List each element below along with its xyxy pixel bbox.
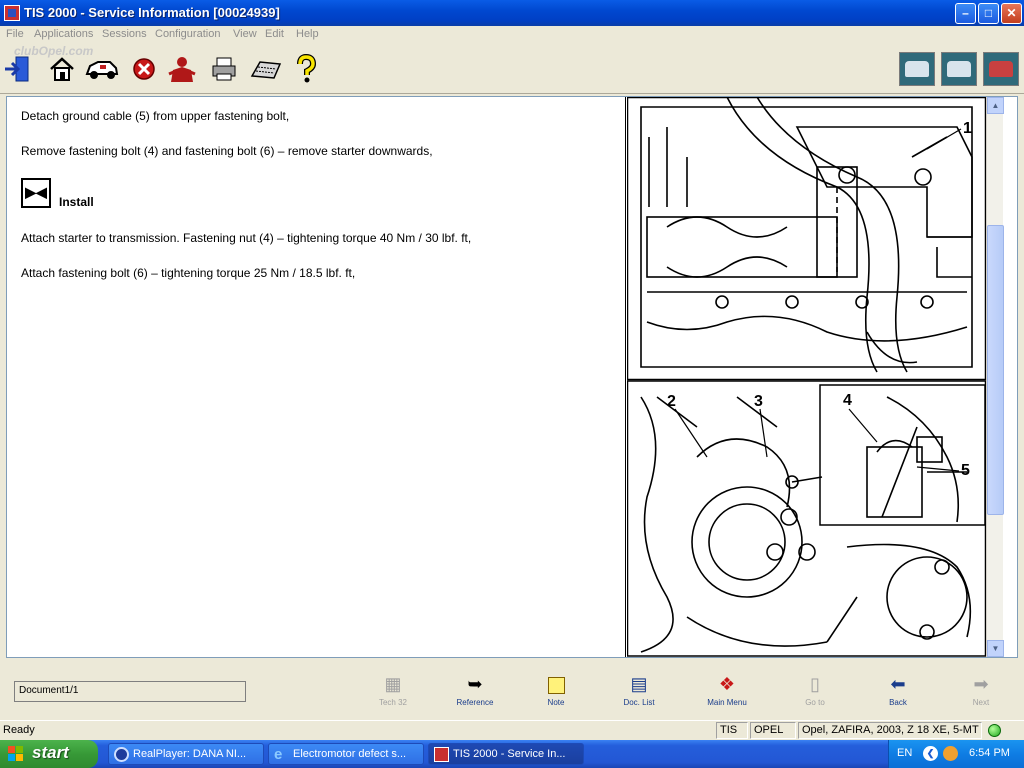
- menu-applications[interactable]: Applications: [34, 28, 93, 40]
- install-heading: Install: [59, 195, 94, 209]
- vehicle-icon[interactable]: [84, 54, 120, 84]
- tray-expand-icon[interactable]: ❮: [923, 746, 938, 761]
- tech32-button[interactable]: ▦ Tech 32: [364, 672, 422, 716]
- instruction-step-3: Attach starter to transmission. Fastenin…: [21, 231, 472, 245]
- back-button[interactable]: ⬅ Back: [869, 672, 927, 716]
- exit-icon[interactable]: [2, 54, 34, 84]
- menu-help[interactable]: Help: [296, 28, 319, 40]
- note-icon: [527, 672, 585, 696]
- diagram-label-2: 2: [667, 393, 676, 410]
- main-menu-icon: ❖: [718, 674, 736, 694]
- vertical-scrollbar[interactable]: ▲ ▼: [986, 97, 1004, 657]
- window-title: TIS 2000 - Service Information [00024939…: [24, 5, 280, 20]
- instruction-text-pane: Detach ground cable (5) from upper faste…: [7, 97, 626, 657]
- diagram-label-5: 5: [961, 462, 970, 479]
- starter-diagram-drawing: 1 2 3 4 5: [627, 97, 986, 657]
- tray-app-icon[interactable]: [943, 746, 958, 761]
- clock: 6:54 PM: [969, 747, 1010, 759]
- goto-button[interactable]: ▯ Go to: [786, 672, 844, 716]
- menu-configuration[interactable]: Configuration: [155, 28, 220, 40]
- status-bar: Ready TIS OPEL Opel, ZAFIRA, 2003, Z 18 …: [0, 720, 1024, 740]
- reference-button[interactable]: ➥ Reference: [446, 672, 504, 716]
- document-list-icon: ▤: [630, 674, 648, 694]
- taskbar-item-browser[interactable]: e Electromotor defect s...: [268, 743, 424, 765]
- main-toolbar: clubOpel.com: [0, 44, 1024, 94]
- taskbar: start RealPlayer: DANA NI... e Electromo…: [0, 740, 1024, 768]
- language-indicator[interactable]: EN: [897, 747, 912, 759]
- back-arrow-icon: ⬅: [890, 674, 906, 694]
- next-arrow-icon: ➡: [973, 674, 989, 694]
- diagram-label-1: 1: [963, 120, 972, 137]
- user-icon[interactable]: [166, 54, 198, 84]
- tis-app-icon[interactable]: [4, 5, 20, 21]
- minimize-button[interactable]: –: [955, 3, 976, 24]
- app-window: TIS 2000 - Service Information [00024939…: [0, 0, 1024, 740]
- instruction-step-4: Attach fastening bolt (6) – tightening t…: [21, 266, 356, 280]
- system-tray: EN ❮ 6:54 PM: [888, 740, 1024, 768]
- menu-file[interactable]: File: [6, 28, 24, 40]
- realplayer-icon: [114, 747, 129, 762]
- scrollbar-thumb[interactable]: [987, 225, 1004, 515]
- car-service-icon[interactable]: [941, 52, 977, 86]
- navigation-bar: Document1/1 ▦ Tech 32 ➥ Reference Note ▤…: [0, 660, 1024, 720]
- diagram-label-3: 3: [754, 393, 763, 410]
- internet-explorer-icon: e: [274, 746, 283, 763]
- reference-arrow-icon: ➥: [467, 674, 483, 694]
- status-vehicle: Opel, ZAFIRA, 2003, Z 18 XE, 5-MT: [798, 722, 982, 739]
- close-button[interactable]: ✕: [1001, 3, 1022, 24]
- home-icon[interactable]: [46, 54, 78, 84]
- main-menu-button[interactable]: ❖ Main Menu: [698, 672, 756, 716]
- status-brand: OPEL: [750, 722, 796, 739]
- scroll-down-icon[interactable]: ▼: [987, 640, 1004, 657]
- starter-diagram: 1 2 3 4 5: [627, 97, 986, 657]
- note-button[interactable]: Note: [527, 672, 585, 716]
- windows-flag-icon: [8, 746, 25, 762]
- car-red-icon[interactable]: [983, 52, 1019, 86]
- print-icon[interactable]: [208, 54, 240, 84]
- goto-icon: ▯: [810, 674, 820, 694]
- menu-edit[interactable]: Edit: [265, 28, 284, 40]
- status-text: Ready: [3, 724, 35, 736]
- maximize-button[interactable]: □: [978, 3, 999, 24]
- taskbar-item-tis[interactable]: TIS 2000 - Service In...: [428, 743, 584, 765]
- instruction-step-2: Remove fastening bolt (4) and fastening …: [21, 144, 433, 158]
- taskbar-item-realplayer[interactable]: RealPlayer: DANA NI...: [108, 743, 264, 765]
- diagram-label-4: 4: [843, 392, 852, 409]
- calculator-icon: ▦: [384, 674, 402, 694]
- status-system: TIS: [716, 722, 748, 739]
- keyboard-icon[interactable]: [248, 54, 284, 84]
- instruction-step-1: Detach ground cable (5) from upper faste…: [21, 109, 290, 123]
- menu-sessions[interactable]: Sessions: [102, 28, 147, 40]
- start-button[interactable]: start: [0, 740, 98, 768]
- document-list-button[interactable]: ▤ Doc. List: [610, 672, 668, 716]
- install-icon: ▶◀: [21, 178, 51, 208]
- document-view: Detach ground cable (5) from upper faste…: [6, 96, 1018, 658]
- connection-status-icon: [988, 724, 1001, 737]
- stop-icon[interactable]: [128, 54, 160, 84]
- help-icon[interactable]: [290, 53, 322, 84]
- tis-app-icon: [434, 747, 449, 762]
- scroll-up-icon[interactable]: ▲: [987, 97, 1004, 114]
- document-indicator: Document1/1: [14, 681, 246, 702]
- title-bar: TIS 2000 - Service Information [00024939…: [0, 0, 1024, 26]
- next-button[interactable]: ➡ Next: [952, 672, 1010, 716]
- menu-view[interactable]: View: [233, 28, 257, 40]
- garage-car-icon[interactable]: [899, 52, 935, 86]
- menu-bar: File Applications Sessions Configuration…: [0, 26, 1024, 44]
